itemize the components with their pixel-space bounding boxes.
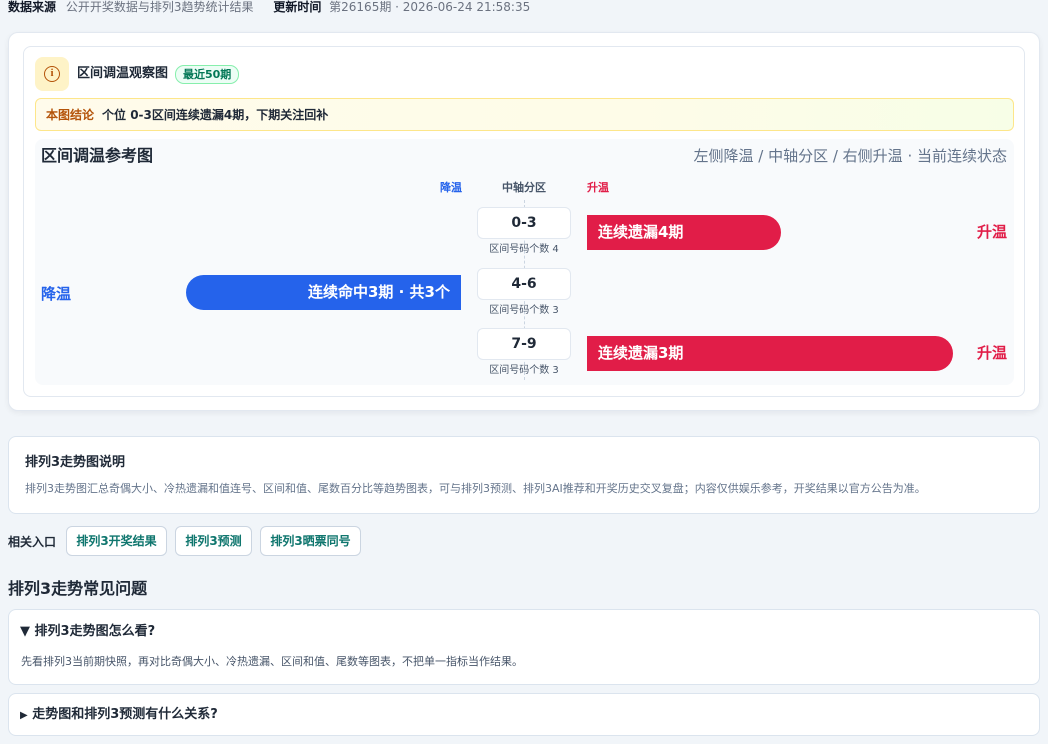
warm-side-label-7-9: 升温 (976, 344, 1007, 362)
zone-count-7-9: 区间号码个数 3 (489, 365, 559, 376)
cool-bar-4-6: 连续命中3期 · 共3个 (186, 275, 461, 310)
update-label: 更新时间 (273, 0, 322, 14)
conclusion-label: 本图结论 (46, 108, 95, 122)
chart-subtitle: 左侧降温 / 中轴分区 / 右侧升温 · 当前连续状态 (693, 147, 1008, 165)
related-label: 相关入口 (8, 535, 57, 549)
faq-question-2[interactable]: ▶ 走势图和排列3预测有什么关系? (20, 707, 218, 724)
update-value: 第26165期 · 2026-06-24 21:58:35 (329, 0, 531, 14)
faq-item-1[interactable] (8, 609, 1040, 685)
axis-column-header: 中轴分区 (502, 181, 546, 194)
info-icon: i (35, 57, 69, 91)
link-prediction[interactable]: 排列3预测 (175, 526, 252, 556)
conclusion-text: 个位 0-3区间连续遗漏4期，下期关注回补 (102, 108, 329, 122)
chart-title: 区间调温参考图 (41, 146, 154, 165)
source-value: 公开开奖数据与排列3趋势统计结果 (65, 0, 254, 14)
data-source-line: 数据来源 公开开奖数据与排列3趋势统计结果 更新时间 第26165期 · 202… (8, 0, 530, 14)
faq-question-1[interactable]: ▼ 排列3走势图怎么看? (20, 624, 155, 640)
warm-bar-0-3: 连续遗漏4期 (587, 215, 781, 250)
faq-answer-1: 先看排列3当前期快照，再对比奇偶大小、冷热遗漏、区间和值、尾数等图表，不把单一指… (21, 655, 523, 668)
link-ticket-share[interactable]: 排列3晒票同号 (260, 526, 361, 556)
expanded-triangle-icon: ▼ (20, 624, 30, 639)
faq-question-1-text: 排列3走势图怎么看? (34, 624, 156, 639)
explain-body: 排列3走势图汇总奇偶大小、冷热遗漏和值连号、区间和值、尾数百分比等趋势图表，可与… (25, 482, 926, 495)
zone-label-4-6: 4-6 (477, 268, 571, 300)
explain-card (8, 436, 1040, 514)
warm-bar-7-9: 连续遗漏3期 (587, 336, 953, 371)
zone-count-4-6: 区间号码个数 3 (489, 305, 559, 316)
explain-title: 排列3走势图说明 (25, 455, 126, 470)
zone-label-0-3: 0-3 (477, 207, 571, 239)
link-draw-results[interactable]: 排列3开奖结果 (66, 526, 167, 556)
cool-column-header: 降温 (440, 181, 462, 194)
faq-question-2-text: 走势图和排列3预测有什么关系? (32, 707, 218, 722)
conclusion-box: 本图结论 个位 0-3区间连续遗漏4期，下期关注回补 (35, 98, 1014, 131)
observe-title: 区间调温观察图 (77, 66, 169, 81)
collapsed-triangle-icon: ▶ (20, 710, 28, 721)
faq-heading: 排列3走势常见问题 (8, 579, 148, 598)
source-label: 数据来源 (8, 0, 57, 14)
cool-side-label-4-6: 降温 (41, 285, 72, 303)
period-badge: 最近50期 (175, 65, 240, 84)
warm-side-label-0-3: 升温 (976, 223, 1007, 241)
zone-label-7-9: 7-9 (477, 328, 571, 360)
zone-count-0-3: 区间号码个数 4 (489, 244, 559, 255)
warm-column-header: 升温 (587, 181, 609, 194)
